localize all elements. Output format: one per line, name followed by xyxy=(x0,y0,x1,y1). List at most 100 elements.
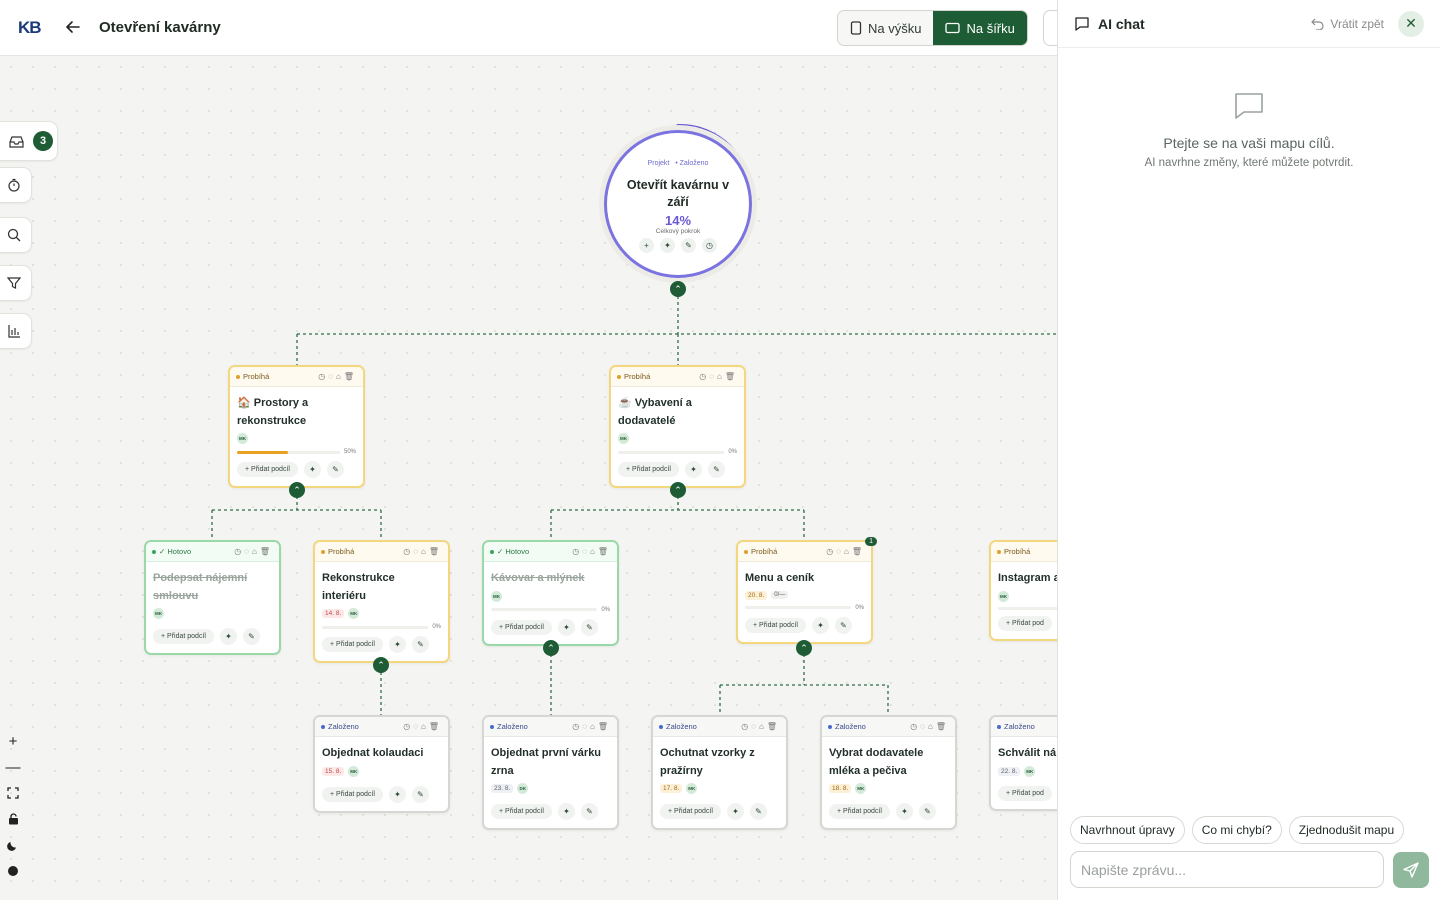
goal-card-kolaudace[interactable]: Založeno ◷◌⌂🗑 Objednat kolaudaci 15. 8. MK… xyxy=(313,715,450,813)
goal-card-vzorky[interactable]: Založeno ◷◌⌂🗑 Ochutnat vzorky z pražírny … xyxy=(651,715,788,830)
root-timer-icon[interactable]: ◷ xyxy=(702,238,717,253)
ai-suggest-icon[interactable]: ✦ xyxy=(557,803,575,820)
moon-icon xyxy=(7,842,16,851)
suggestion-navrhnout[interactable]: Navrhnout úpravy xyxy=(1070,816,1185,844)
status-badge: Založeno xyxy=(997,722,1057,731)
suggestion-zjednodusit[interactable]: Zjednodušit mapu xyxy=(1288,816,1405,844)
ai-suggest-icon[interactable]: ✦ xyxy=(684,461,702,478)
add-subgoal-button[interactable]: + Přidat podcíl xyxy=(491,804,552,819)
card-action-icons[interactable]: ◷◌⌂🗑 xyxy=(910,722,949,731)
ai-suggest-icon[interactable]: ✦ xyxy=(895,803,913,820)
goal-card-prostory[interactable]: Probíhá ◷◌⌂🗑 🏠 Prostory a rekonstrukce MK… xyxy=(228,365,365,488)
root-progress-label: Celkový pokrok xyxy=(655,228,701,235)
goal-card-kavovar[interactable]: ✓ Hotovo ◷◌⌂🗑 Kávovar a mlýnek MK 0% + Př… xyxy=(482,540,619,646)
suggestion-co-chybi[interactable]: Co mi chybí? xyxy=(1191,816,1282,844)
fit-view-icon xyxy=(7,787,19,799)
collapse-button[interactable]: ⌃ xyxy=(289,482,305,498)
root-edit-icon[interactable]: ✎ xyxy=(681,238,696,253)
zoom-out-button[interactable]: — xyxy=(0,754,26,780)
add-subgoal-button[interactable]: + Přidat podcíl xyxy=(829,804,890,819)
add-subgoal-button[interactable]: + Přidat podcíl xyxy=(745,617,806,633)
edit-icon[interactable]: ✎ xyxy=(749,803,767,820)
goal-card-schvalit[interactable]: Založeno Schválit ná 22. 8. MK + Přidat p… xyxy=(989,715,1057,811)
ai-suggest-icon[interactable]: ✦ xyxy=(219,628,237,645)
ai-suggest-icon[interactable]: ✦ xyxy=(811,616,829,634)
add-subgoal-button[interactable]: + Přidat podcíl xyxy=(237,462,298,477)
lock-button[interactable] xyxy=(0,806,26,832)
subtask-count: 0/— xyxy=(771,591,789,599)
add-subgoal-button[interactable]: + Přidat podcíl xyxy=(322,786,383,802)
goal-map-canvas[interactable]: 3 + — Projekt • Založeno Otevřít kavárnu… xyxy=(0,56,1057,900)
filter-button[interactable] xyxy=(0,265,32,301)
edit-icon[interactable]: ✎ xyxy=(411,785,429,803)
due-date: 23. 8. xyxy=(491,784,514,793)
chat-message-input[interactable] xyxy=(1070,851,1384,888)
progress-percent: 0% xyxy=(432,624,441,630)
add-subgoal-button[interactable]: + Přidat pod xyxy=(998,615,1052,631)
edit-icon[interactable]: ✎ xyxy=(707,461,725,478)
root-ai-icon[interactable]: ✦ xyxy=(660,238,675,253)
edit-icon[interactable]: ✎ xyxy=(242,628,260,645)
status-badge: ✓ Hotovo xyxy=(152,547,234,556)
stats-button[interactable] xyxy=(0,313,32,349)
edit-icon[interactable]: ✎ xyxy=(580,618,598,636)
landscape-icon xyxy=(945,22,961,34)
collapse-button[interactable]: ⌃ xyxy=(543,640,559,656)
undo-button[interactable]: Vrátit zpět xyxy=(1311,17,1384,31)
color-button[interactable] xyxy=(0,858,26,884)
root-add-icon[interactable]: + xyxy=(639,238,654,253)
view-landscape-button[interactable]: Na šířku xyxy=(933,11,1027,45)
add-subgoal-button[interactable]: + Přidat podcíl xyxy=(322,637,383,652)
edit-icon[interactable]: ✎ xyxy=(834,616,852,634)
view-portrait-button[interactable]: Na výšku xyxy=(838,11,933,45)
card-action-icons[interactable]: ◷◌⌂🗑 xyxy=(572,722,611,731)
card-action-icons[interactable]: ◷◌⌂🗑 xyxy=(826,547,865,556)
avatar: MK xyxy=(348,608,360,619)
card-action-icons[interactable]: ◷◌⌂🗑 xyxy=(699,372,738,381)
collapse-root-button[interactable]: ⌃ xyxy=(670,281,686,297)
goal-card-varka-zrna[interactable]: Založeno ◷◌⌂🗑 Objednat první várku zrna 2… xyxy=(482,715,619,830)
goal-card-dodavatel-mleka[interactable]: Založeno ◷◌⌂🗑 Vybrat dodavatele mléka a p… xyxy=(820,715,957,830)
inbox-button[interactable]: 3 xyxy=(0,121,58,161)
zoom-in-button[interactable]: + xyxy=(0,728,26,754)
ai-suggest-icon[interactable]: ✦ xyxy=(303,461,321,478)
add-subgoal-button[interactable]: + Přidat podcíl xyxy=(491,619,552,635)
add-subgoal-button[interactable]: + Přidat podcíl xyxy=(618,462,679,477)
ai-suggest-icon[interactable]: ✦ xyxy=(726,803,744,820)
card-action-icons[interactable]: ◷◌⌂🗑 xyxy=(403,722,442,731)
root-goal-node[interactable]: Projekt • Založeno Otevřít kavárnu v zář… xyxy=(604,130,752,278)
theme-button[interactable] xyxy=(0,832,26,858)
search-button[interactable] xyxy=(0,217,32,253)
edit-icon[interactable]: ✎ xyxy=(918,803,936,820)
edit-icon[interactable]: ✎ xyxy=(411,636,429,653)
card-action-icons[interactable]: ◷◌⌂🗑 xyxy=(741,722,780,731)
ai-suggest-icon[interactable]: ✦ xyxy=(388,785,406,803)
goal-card-vybaveni[interactable]: Probíhá ◷◌⌂🗑 ☕ Vybavení a dodavatelé MK 0… xyxy=(609,365,746,488)
card-action-icons[interactable]: ◷◌⌂🗑 xyxy=(572,547,611,556)
goal-card-instagram[interactable]: Probíhá Instagram a MK + Přidat pod xyxy=(989,540,1057,641)
close-chat-button[interactable]: ✕ xyxy=(1398,10,1424,37)
card-title: Vybrat dodavatele mléka a pečiva xyxy=(829,747,924,777)
card-action-icons[interactable]: ◷◌⌂🗑 xyxy=(403,547,442,556)
card-action-icons[interactable]: ◷◌⌂🗑 xyxy=(318,372,357,381)
goal-card-najemni-smlouva[interactable]: ✓ Hotovo ◷◌⌂🗑 Podepsat nájemní smlouvu MK… xyxy=(144,540,281,655)
collapse-button[interactable]: ⌃ xyxy=(670,482,686,498)
add-subgoal-button[interactable]: + Přidat podcíl xyxy=(660,804,721,819)
edit-icon[interactable]: ✎ xyxy=(580,803,598,820)
goal-card-menu[interactable]: 1 Probíhá ◷◌⌂🗑 Menu a ceník 20. 8. 0/— 0% … xyxy=(736,537,877,644)
goal-card-rekonstrukce[interactable]: Probíhá ◷◌⌂🗑 Rekonstrukce interiéru 14. 8… xyxy=(313,540,450,663)
comment-count-badge[interactable]: 1 xyxy=(865,537,877,546)
add-subgoal-button[interactable]: + Přidat pod xyxy=(998,785,1052,801)
send-button[interactable] xyxy=(1393,852,1429,888)
ai-suggest-icon[interactable]: ✦ xyxy=(388,636,406,653)
collapse-button[interactable]: ⌃ xyxy=(373,657,389,673)
fit-view-button[interactable] xyxy=(0,780,26,806)
edit-icon[interactable]: ✎ xyxy=(326,461,344,478)
collapse-button[interactable]: ⌃ xyxy=(796,640,812,656)
app-logo[interactable]: KB xyxy=(18,18,42,38)
add-subgoal-button[interactable]: + Přidat podcíl xyxy=(153,629,214,644)
card-action-icons[interactable]: ◷◌⌂🗑 xyxy=(234,547,273,556)
timer-button[interactable] xyxy=(0,167,32,203)
back-arrow-icon[interactable] xyxy=(64,18,82,36)
ai-suggest-icon[interactable]: ✦ xyxy=(557,618,575,636)
